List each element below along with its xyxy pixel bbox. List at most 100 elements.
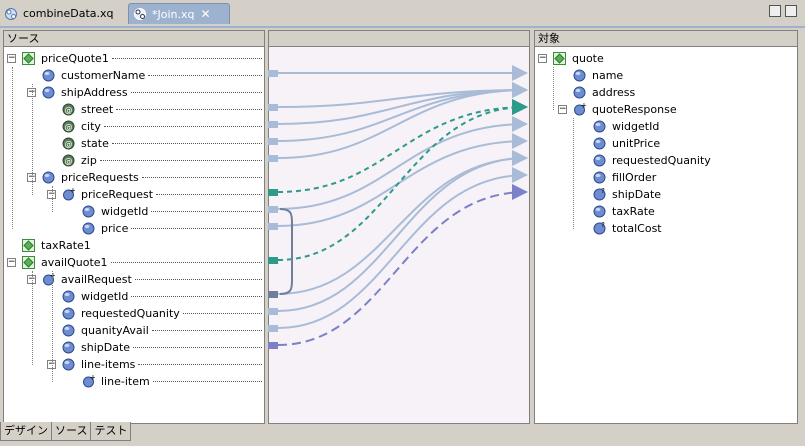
source-tree-row[interactable]: − priceQuote1 [4,50,264,67]
close-icon[interactable]: ✕ [201,7,211,21]
minimize-icon[interactable] [769,5,781,17]
collapse-toggle-icon[interactable]: − [7,258,16,267]
svg-text:@: @ [65,106,73,115]
target-tree-row[interactable]: widgetId [535,118,797,135]
tree-guide-line [12,67,13,229]
repeating-element-icon: + [42,271,56,286]
source-tree-row[interactable]: customerName [4,67,264,84]
tab-combine-data[interactable]: combineData.xq [0,3,126,24]
svg-text:?: ? [601,188,605,195]
repeating-element-icon: + [82,373,96,388]
node-label: zip [81,154,97,167]
repeating-element-icon: + [62,186,76,201]
node-label: price [101,222,129,235]
target-tree-row[interactable]: ? shipDate [535,186,797,203]
element-icon [42,86,55,99]
leader-line [151,211,262,212]
element-icon [62,324,75,337]
tree-guide-line [52,186,53,212]
source-tree-row[interactable]: + line-item [4,373,264,390]
source-tree-row[interactable]: −+availRequest [4,271,264,288]
schema-root-icon [22,52,35,65]
target-tree-row[interactable]: − + quoteResponse [535,101,797,118]
element-icon [42,171,55,184]
tab-join[interactable]: *Join.xq ✕ [128,3,230,24]
source-tree-row[interactable]: taxRate1 [4,237,264,254]
tab-source[interactable]: ソース [51,422,92,441]
target-element-icon [573,69,586,82]
mapping-canvas[interactable] [268,30,530,424]
target-tree-row[interactable]: name [535,67,797,84]
collapse-toggle-icon[interactable]: − [538,54,547,63]
source-header: ソース [4,31,264,47]
target-element-icon [593,120,606,133]
svg-text:+: + [90,375,95,382]
editor-tab-bar: combineData.xq *Join.xq ✕ [0,0,805,26]
node-label: address [592,86,636,99]
target-tree-row[interactable]: − quote [535,50,797,67]
source-tree-row[interactable]: @ street [4,101,264,118]
target-tree-row[interactable]: fillOrder [535,169,797,186]
target-tree-row[interactable]: taxRate [535,203,797,220]
node-label: quoteResponse [592,103,677,116]
leader-line [133,347,262,348]
node-label: priceRequest [81,188,154,201]
node-label: requestedQuanity [612,154,711,167]
source-tree-row[interactable]: widgetId [4,288,264,305]
source-tree-row[interactable]: @ city [4,118,264,135]
node-label: customerName [61,69,146,82]
node-label: priceRequests [61,171,139,184]
source-tree-row[interactable]: price [4,220,264,237]
maximize-icon[interactable] [785,5,797,17]
window-controls [769,5,797,17]
node-label: taxRate1 [41,239,91,252]
xquery-file-icon [5,7,17,20]
target-element-icon [573,86,586,99]
leader-line [104,126,262,127]
source-tree-row[interactable]: −+priceRequest [4,186,264,203]
element-icon [62,307,75,320]
target-element-icon [593,205,606,218]
target-tree-row[interactable]: requestedQuanity [535,152,797,169]
tab-test[interactable]: テスト [90,422,132,441]
tab-label: combineData.xq [23,7,114,20]
source-tree-row[interactable]: quanityAvail [4,322,264,339]
svg-text:@: @ [65,157,73,166]
source-tree-row[interactable]: − shipAddress [4,84,264,101]
leader-line [148,75,262,76]
leader-line [135,279,262,280]
element-icon [62,358,75,371]
leader-line [152,330,262,331]
node-label: street [81,103,114,116]
target-tree-row[interactable]: unitPrice [535,135,797,152]
xquery-file-icon [134,8,146,20]
target-element-icon [593,137,606,150]
tree-guide-line [52,271,53,382]
source-tree-row[interactable]: shipDate [4,339,264,356]
collapse-toggle-icon[interactable]: − [7,54,16,63]
source-tree-row[interactable]: widgetId [4,203,264,220]
leader-line [142,177,262,178]
source-tree-row[interactable]: requestedQuanity [4,305,264,322]
tree-guide-line [573,118,574,229]
source-tree-row[interactable]: − priceRequests [4,169,264,186]
node-label: requestedQuanity [81,307,180,320]
collapse-toggle-icon[interactable]: − [558,105,567,114]
source-tree-row[interactable]: @ state [4,135,264,152]
svg-text:?: ? [601,222,605,229]
element-icon [82,205,95,218]
source-tree-row[interactable]: − line-items [4,356,264,373]
node-label: fillOrder [612,171,657,184]
node-label: shipDate [81,341,131,354]
node-label: widgetId [81,290,129,303]
node-label: availRequest [61,273,132,286]
node-label: widgetId [101,205,149,218]
target-tree-row[interactable]: address [535,84,797,101]
target-tree-row[interactable]: ? totalCost [535,220,797,237]
source-tree-row[interactable]: @ zip [4,152,264,169]
node-label: totalCost [612,222,662,235]
element-icon [42,69,55,82]
tab-design[interactable]: デザイン [0,422,52,441]
source-tree-row[interactable]: − availQuote1 [4,254,264,271]
element-icon [62,290,75,303]
